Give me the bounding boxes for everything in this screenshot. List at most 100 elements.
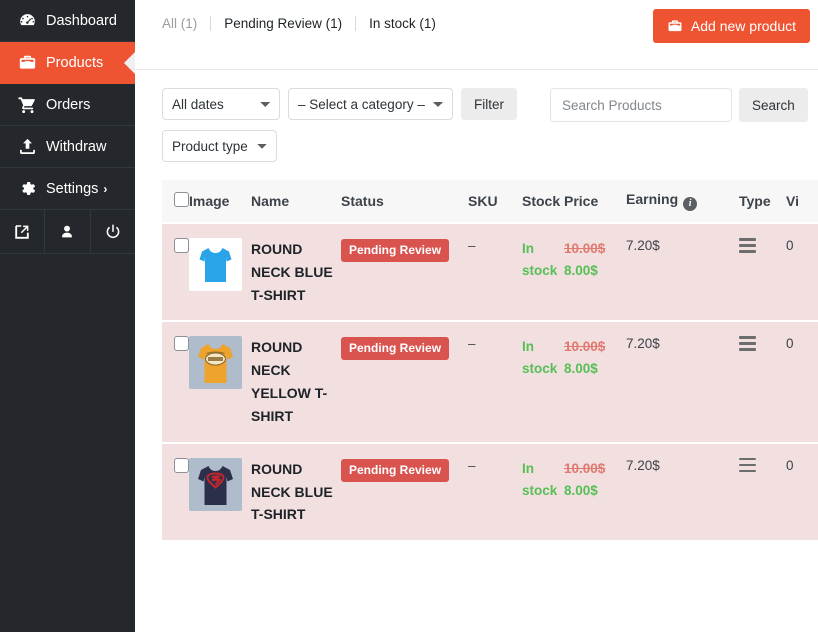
filter-row-primary: All dates – Select a category – Filter S…	[162, 88, 818, 122]
sidebar-item-label: Dashboard	[46, 12, 117, 29]
hamburger-icon[interactable]	[739, 457, 756, 473]
product-status-cell: Pending Review	[341, 320, 468, 443]
page-header: All (1) Pending Review (1) In stock (1) …	[135, 0, 818, 70]
status-header[interactable]: Status	[341, 180, 468, 223]
filter-row-secondary: Product type	[162, 130, 818, 162]
sku-header[interactable]: SKU	[468, 180, 522, 223]
stock-header[interactable]: Stock	[522, 180, 564, 223]
earning-value: 7.20$	[626, 457, 660, 473]
product-image-cell	[189, 441, 251, 541]
table-row: ROUND NECK YELLOW T-SHIRT Pending Review…	[162, 320, 818, 443]
dashboard-icon	[12, 11, 42, 30]
product-status-cell: Pending Review	[341, 441, 468, 541]
price-sale: 8.00$	[564, 361, 598, 377]
external-link-icon[interactable]	[0, 210, 46, 253]
sidebar-item-settings[interactable]: Settings ›	[0, 168, 135, 210]
stock-value: In stock	[522, 339, 558, 377]
sku-value: –	[468, 457, 476, 473]
search-button[interactable]: Search	[739, 88, 808, 122]
status-badge: Pending Review	[341, 458, 450, 482]
hamburger-icon[interactable]	[739, 336, 756, 351]
sidebar-item-withdraw[interactable]: Withdraw	[0, 126, 135, 168]
product-sku-cell: –	[468, 320, 522, 443]
sidebar-item-products[interactable]: Products	[0, 42, 135, 84]
product-earning-cell: 7.20$	[626, 221, 739, 322]
price-original: 10.00$	[564, 241, 606, 256]
product-type-cell	[739, 320, 786, 443]
info-icon[interactable]: i	[683, 197, 698, 211]
sidebar-item-label: Products	[46, 54, 104, 71]
price-original: 10.00$	[564, 460, 606, 476]
sidebar-filler	[0, 254, 135, 632]
image-header[interactable]: Image	[189, 180, 251, 223]
earning-header-label: Earning	[626, 191, 679, 207]
category-filter-select[interactable]: – Select a category –	[288, 88, 453, 120]
product-name-cell: ROUND NECK BLUE T-SHIRT	[251, 441, 341, 541]
product-name-link[interactable]: ROUND NECK BLUE T-SHIRT	[251, 241, 333, 303]
tab-in-stock[interactable]: In stock (1)	[369, 16, 436, 31]
name-header[interactable]: Name	[251, 180, 341, 223]
row-checkbox[interactable]	[174, 336, 189, 352]
price-original: 10.00$	[564, 339, 606, 355]
add-new-product-label: Add new product	[690, 18, 796, 34]
price-header[interactable]: Price	[564, 180, 626, 223]
row-select-cell	[162, 441, 189, 541]
stock-value: In stock	[522, 460, 558, 498]
products-table-wrapper: Image Name Status SKU Stock Price Earnin…	[162, 180, 818, 541]
product-price-cell: 10.00$ 8.00$	[564, 441, 626, 541]
products-table-body: ROUND NECK BLUE T-SHIRT Pending Review –…	[162, 221, 818, 541]
cart-icon	[12, 95, 42, 115]
product-sku-cell: –	[468, 221, 522, 322]
row-select-cell	[162, 320, 189, 443]
toolbox-icon	[667, 18, 683, 34]
active-pointer-arrow	[124, 51, 135, 74]
navy-superman-tshirt-thumbnail[interactable]	[189, 457, 242, 511]
sidebar-item-dashboard[interactable]: Dashboard	[0, 0, 135, 42]
upload-icon	[12, 137, 42, 156]
status-badge: Pending Review	[341, 239, 450, 262]
blue-tshirt-thumbnail[interactable]	[189, 238, 242, 291]
sidebar-item-label: Withdraw	[46, 138, 107, 155]
earning-header[interactable]: Earning i	[626, 180, 739, 223]
sidebar-bottom-toolbar	[0, 210, 135, 254]
select-all-header	[162, 180, 189, 223]
table-row: ROUND NECK BLUE T-SHIRT Pending Review –…	[162, 441, 818, 541]
product-type-cell	[739, 221, 786, 322]
filter-button[interactable]: Filter	[461, 88, 517, 120]
yellow-tshirt-thumbnail[interactable]	[189, 336, 242, 390]
product-image-cell	[189, 320, 251, 443]
product-name-link[interactable]: ROUND NECK YELLOW T-SHIRT	[251, 339, 327, 423]
product-price-cell: 10.00$ 8.00$	[564, 320, 626, 443]
tab-separator	[355, 16, 357, 31]
date-filter-select[interactable]: All dates	[162, 88, 280, 120]
sidebar-item-orders[interactable]: Orders	[0, 84, 135, 126]
price-sale: 8.00$	[564, 482, 598, 498]
select-all-checkbox[interactable]	[174, 192, 189, 207]
views-header[interactable]: Vi	[786, 180, 818, 223]
table-header-row: Image Name Status SKU Stock Price Earnin…	[162, 180, 818, 223]
power-icon[interactable]	[91, 210, 135, 253]
tab-separator	[210, 16, 212, 31]
main-content: All (1) Pending Review (1) In stock (1) …	[135, 0, 818, 632]
product-price-cell: 10.00$ 8.00$	[564, 221, 626, 322]
sku-value: –	[468, 238, 476, 253]
product-name-link[interactable]: ROUND NECK BLUE T-SHIRT	[251, 461, 333, 523]
search-input[interactable]	[550, 88, 732, 122]
user-icon[interactable]	[45, 210, 91, 253]
row-select-cell	[162, 221, 189, 322]
product-stock-cell: In stock	[522, 221, 564, 322]
type-header[interactable]: Type	[739, 180, 786, 223]
sidebar-item-label: Settings	[46, 180, 99, 197]
tab-pending-review[interactable]: Pending Review (1)	[224, 16, 342, 31]
product-type-select[interactable]: Product type	[162, 130, 277, 162]
products-table: Image Name Status SKU Stock Price Earnin…	[162, 180, 818, 541]
row-checkbox[interactable]	[174, 457, 189, 473]
tab-all[interactable]: All (1)	[162, 16, 197, 31]
hamburger-icon[interactable]	[739, 238, 756, 253]
search-area: Search	[550, 88, 808, 122]
product-views-cell: 0	[786, 441, 818, 541]
product-sku-cell: –	[468, 441, 522, 541]
status-filter-tabs: All (1) Pending Review (1) In stock (1)	[162, 16, 436, 31]
add-new-product-button[interactable]: Add new product	[652, 9, 810, 43]
row-checkbox[interactable]	[174, 238, 189, 253]
